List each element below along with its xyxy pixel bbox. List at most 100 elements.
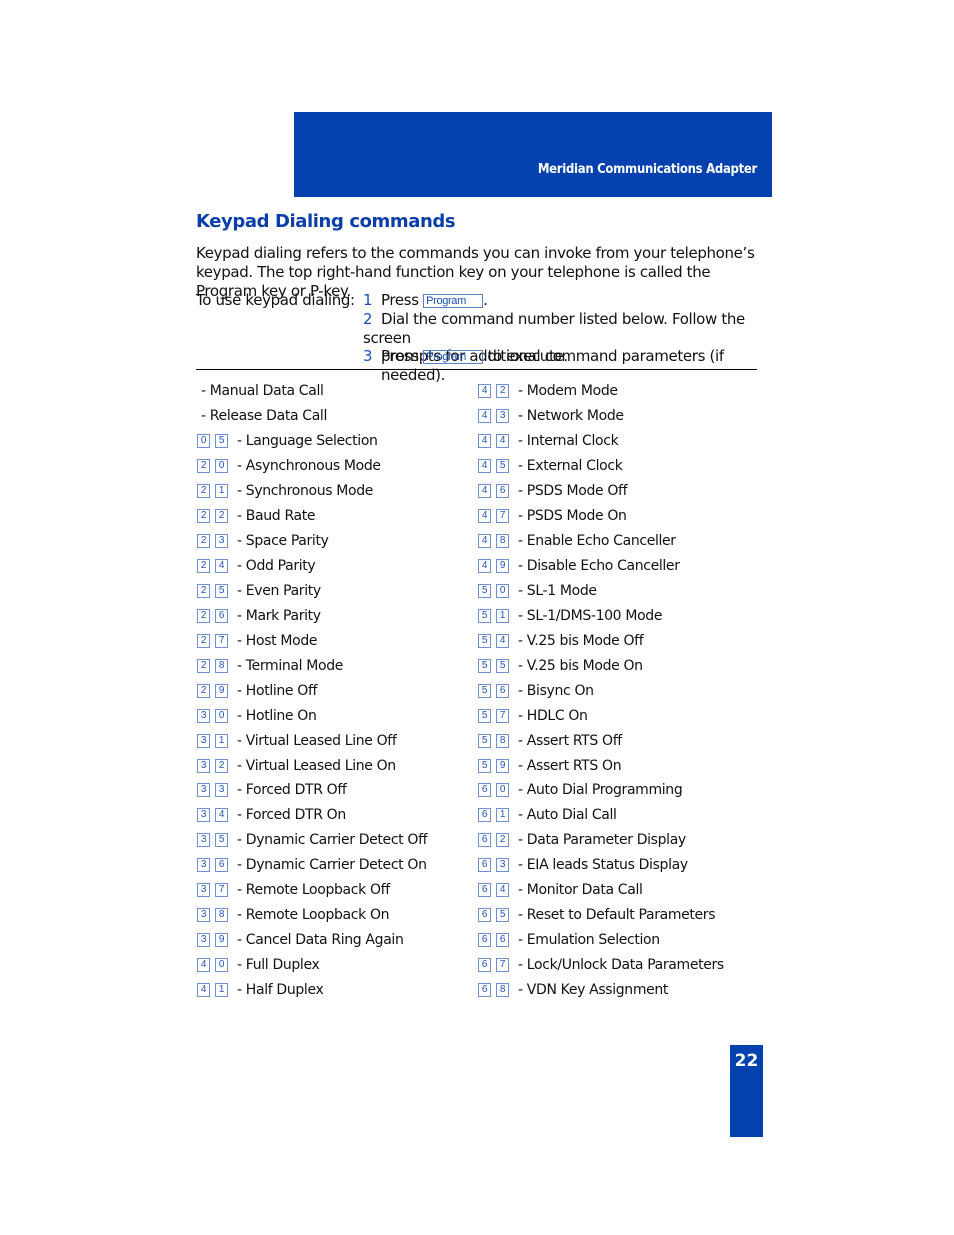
command-keys: 41 [197, 982, 237, 997]
keypad-key-icon: 5 [215, 434, 228, 449]
keypad-key-icon: 2 [496, 833, 509, 848]
command-row: 42- Modem Mode [478, 379, 724, 404]
command-keys: 26 [197, 608, 237, 623]
command-label: - Space Parity [237, 533, 329, 550]
command-keys: 58 [478, 733, 518, 748]
command-label: - Baud Rate [237, 508, 316, 525]
command-keys: 20 [197, 459, 237, 474]
command-row: 58- Assert RTS Off [478, 728, 724, 753]
keypad-key-icon: 2 [197, 534, 210, 549]
keypad-key-icon: 4 [478, 409, 491, 424]
command-label: - Hotline On [237, 707, 317, 724]
command-row: 59- Assert RTS On [478, 753, 724, 778]
keypad-key-icon: 8 [496, 534, 509, 549]
command-row: 49- Disable Echo Canceller [478, 554, 724, 579]
keypad-key-icon: 3 [197, 908, 210, 923]
command-keys: 39 [197, 933, 237, 948]
command-row: 37- Remote Loopback Off [197, 878, 427, 903]
keypad-key-icon: 8 [215, 908, 228, 923]
command-label: - Mark Parity [237, 607, 321, 624]
keypad-key-icon: 3 [197, 783, 210, 798]
keypad-key-icon: 2 [215, 509, 228, 524]
command-keys: 44 [478, 434, 518, 449]
command-row: 30- Hotline On [197, 703, 427, 728]
command-label: - Terminal Mode [237, 657, 344, 674]
command-keys: 65 [478, 908, 518, 923]
keypad-key-icon: 4 [215, 808, 228, 823]
command-row: 48- Enable Echo Canceller [478, 529, 724, 554]
command-row: 24- Odd Parity [197, 554, 427, 579]
keypad-key-icon: 6 [215, 608, 228, 623]
keypad-key-icon: 6 [478, 833, 491, 848]
command-row: 40- Full Duplex [197, 953, 427, 978]
keypad-key-icon: 4 [197, 958, 210, 973]
command-label: - Dynamic Carrier Detect On [237, 857, 427, 874]
divider [196, 369, 757, 370]
keypad-key-icon: 4 [478, 434, 491, 449]
keypad-key-icon: 6 [478, 858, 491, 873]
command-label: - Reset to Default Parameters [518, 907, 716, 924]
command-keys: 37 [197, 883, 237, 898]
keypad-key-icon: 5 [478, 708, 491, 723]
keypad-key-icon: 4 [478, 459, 491, 474]
command-keys: 64 [478, 883, 518, 898]
command-label: - Auto Dial Programming [518, 782, 683, 799]
command-row: 50- SL-1 Mode [478, 579, 724, 604]
command-row: 61- Auto Dial Call [478, 803, 724, 828]
header-title: Meridian Communications Adapter [537, 162, 757, 177]
command-label: - Monitor Data Call [518, 882, 643, 899]
command-label: - Even Parity [237, 582, 321, 599]
keypad-key-icon: 6 [478, 908, 491, 923]
command-keys: 59 [478, 758, 518, 773]
keypad-key-icon: 3 [496, 858, 509, 873]
command-row: 60- Auto Dial Programming [478, 778, 724, 803]
keypad-key-icon: 6 [478, 958, 491, 973]
command-label: - External Clock [518, 458, 623, 475]
command-keys: 68 [478, 982, 518, 997]
command-label: - SL-1/DMS-100 Mode [518, 607, 663, 624]
command-keys: 67 [478, 958, 518, 973]
keypad-key-icon: 4 [478, 509, 491, 524]
command-label: - Full Duplex [237, 957, 320, 974]
keypad-key-icon: 5 [215, 583, 228, 598]
command-keys: 30 [197, 708, 237, 723]
keypad-key-icon: 5 [496, 908, 509, 923]
command-row: 62- Data Parameter Display [478, 828, 724, 853]
command-label: - Forced DTR Off [237, 782, 347, 799]
command-row: 34- Forced DTR On [197, 803, 427, 828]
command-row: 68- VDN Key Assignment [478, 978, 724, 1003]
command-keys: 24 [197, 559, 237, 574]
command-label: - Network Mode [518, 408, 624, 425]
command-keys: 33 [197, 783, 237, 798]
command-label: - Forced DTR On [237, 807, 346, 824]
command-label: - Emulation Selection [518, 932, 660, 949]
header-banner: Meridian Communications Adapter [294, 112, 772, 197]
command-row: 21- Synchronous Mode [197, 479, 427, 504]
steps-label: To use keypad dialing: [196, 291, 355, 309]
keypad-key-icon: 5 [215, 833, 228, 848]
command-label: - Cancel Data Ring Again [237, 932, 404, 949]
command-row: 25- Even Parity [197, 579, 427, 604]
command-keys: 62 [478, 833, 518, 848]
command-row: 29- Hotline Off [197, 678, 427, 703]
command-keys: 63 [478, 858, 518, 873]
keypad-key-icon: 7 [215, 633, 228, 648]
step-text: Press [381, 291, 419, 309]
keypad-key-icon: 2 [197, 559, 210, 574]
command-label: - Synchronous Mode [237, 483, 374, 500]
command-keys: 29 [197, 683, 237, 698]
keypad-key-icon: 3 [197, 833, 210, 848]
keypad-key-icon: 5 [478, 658, 491, 673]
keypad-key-icon: 0 [215, 459, 228, 474]
command-row: 57- HDLC On [478, 703, 724, 728]
command-row: - Release Data Call [197, 404, 427, 429]
keypad-key-icon: 3 [215, 783, 228, 798]
command-label: - Modem Mode [518, 383, 618, 400]
command-row: 35- Dynamic Carrier Detect Off [197, 828, 428, 853]
keypad-key-icon: 5 [478, 583, 491, 598]
command-label: - Asynchronous Mode [237, 458, 381, 475]
step-text-after: . [483, 291, 488, 309]
command-row: 36- Dynamic Carrier Detect On [197, 853, 427, 878]
command-keys: 38 [197, 908, 237, 923]
step-number: 3 [363, 347, 373, 365]
